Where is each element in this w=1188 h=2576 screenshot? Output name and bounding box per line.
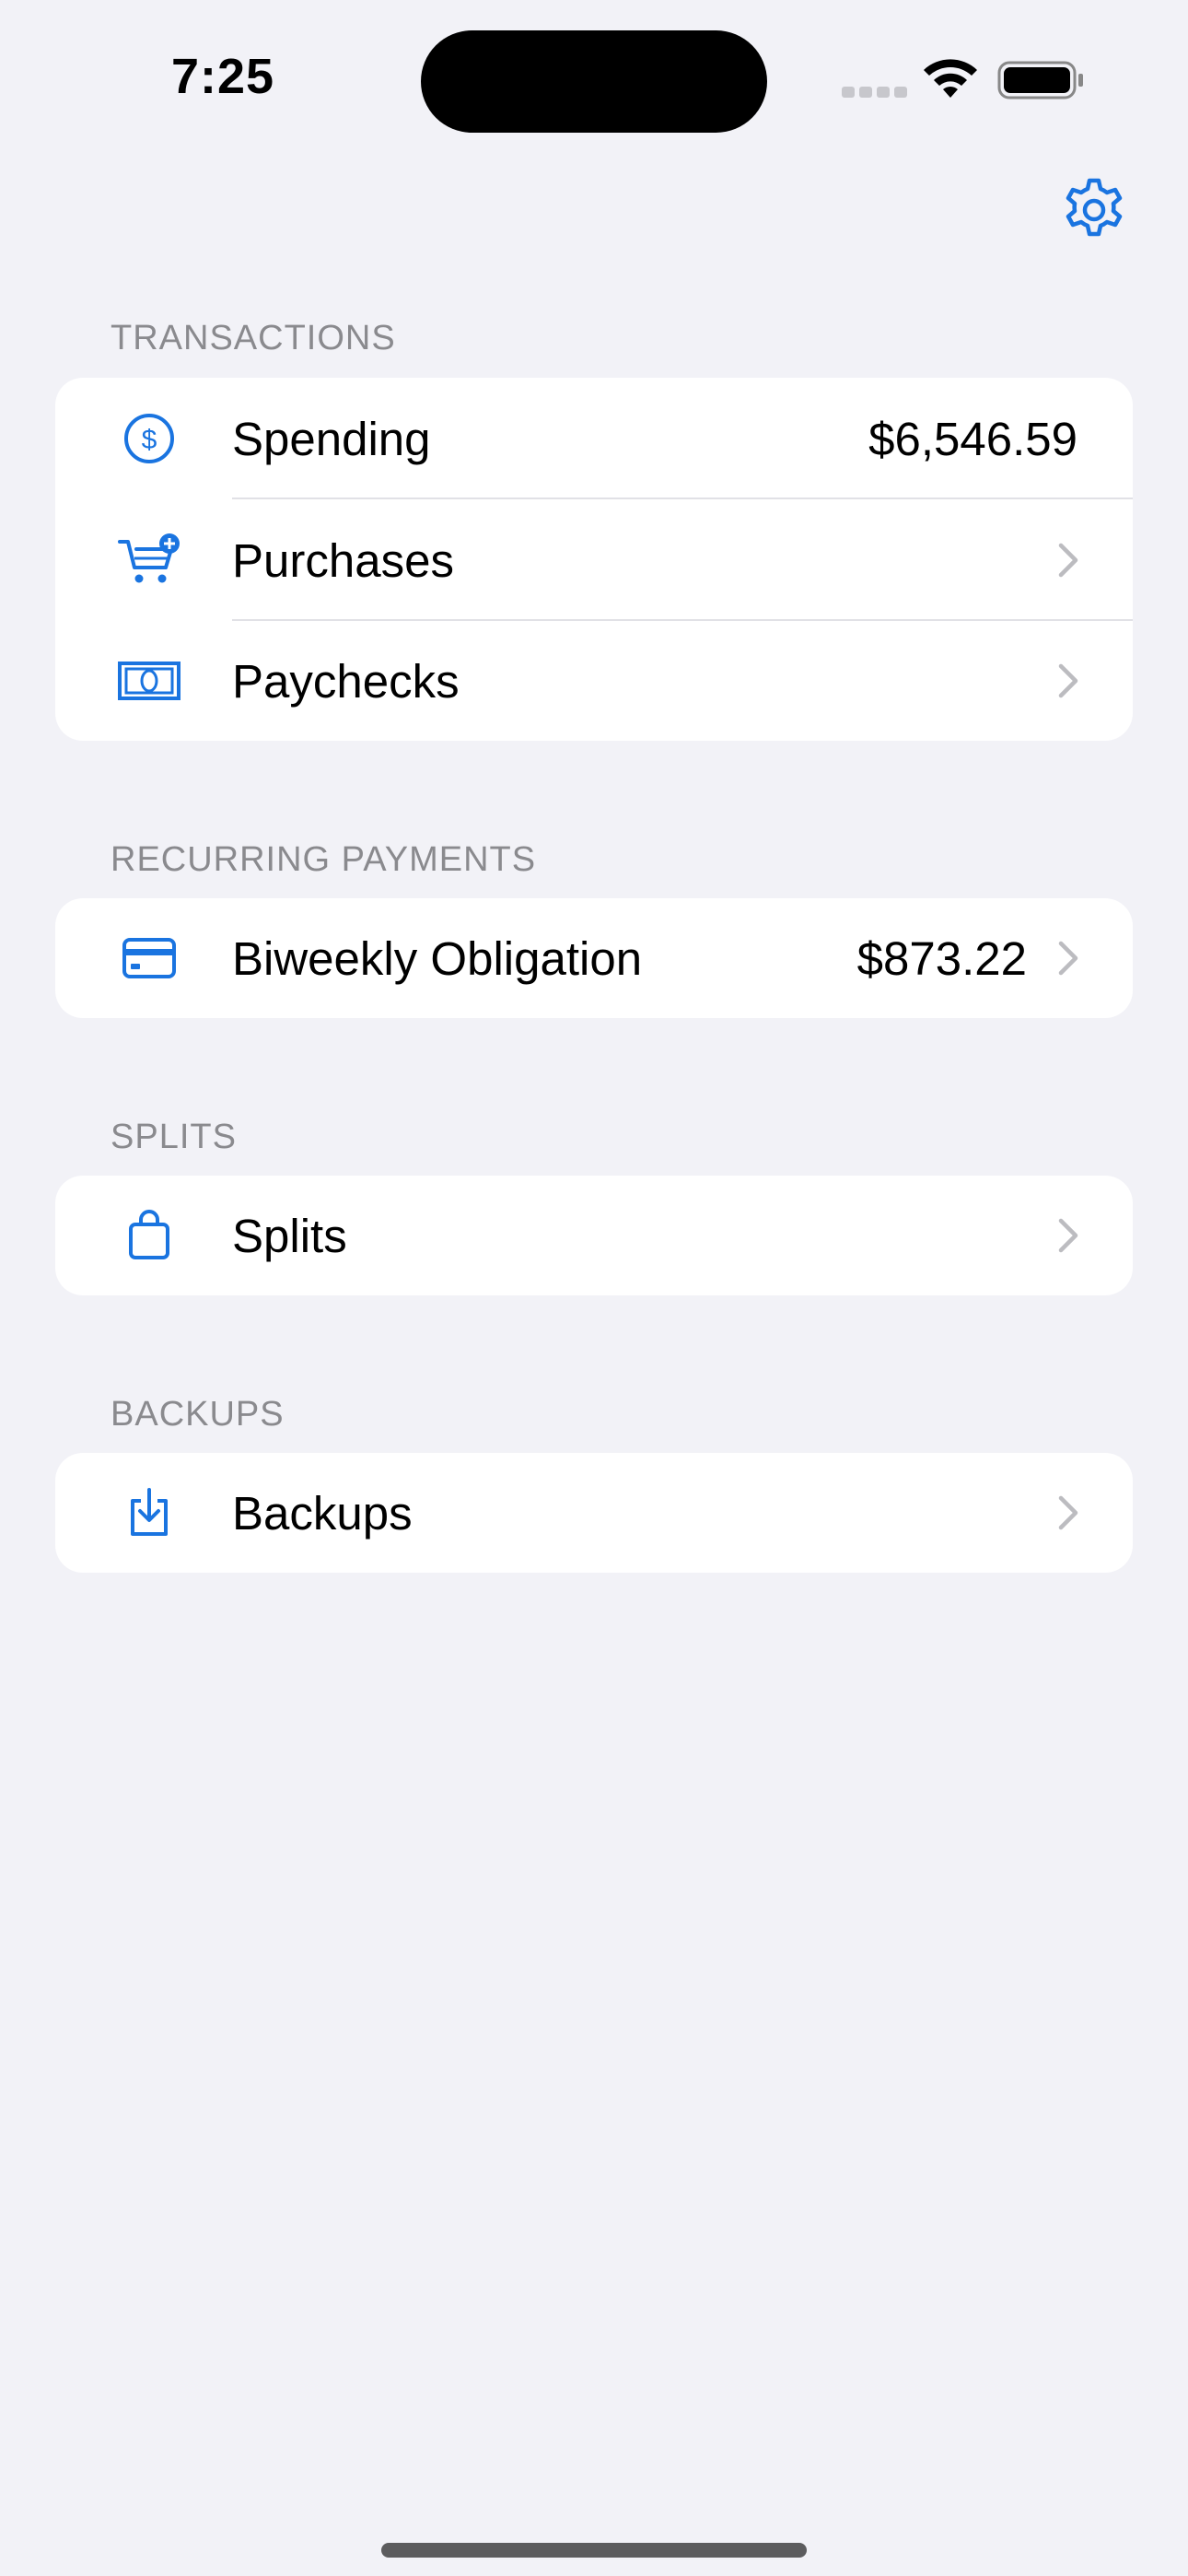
biweekly-value: $873.22: [856, 931, 1027, 985]
dynamic-island: [421, 30, 767, 133]
backups-card: Backups: [55, 1453, 1133, 1573]
screen: 7:25 TRANSACTIONS $ Spending $6,546.59 P…: [0, 0, 1188, 2576]
dollar-circle-icon: $: [112, 402, 186, 475]
splits-label: Splits: [232, 1209, 347, 1262]
chevron-right-icon: [1058, 1495, 1078, 1530]
gear-icon[interactable]: [1061, 177, 1127, 243]
home-indicator[interactable]: [381, 2543, 807, 2558]
paychecks-row[interactable]: Paychecks: [55, 621, 1133, 741]
splits-card: Splits: [55, 1176, 1133, 1295]
section-header-recurring: RECURRING PAYMENTS: [111, 840, 537, 879]
section-header-backups: BACKUPS: [111, 1395, 285, 1434]
spending-row[interactable]: $ Spending $6,546.59: [55, 378, 1133, 499]
section-header-transactions: TRANSACTIONS: [111, 319, 396, 357]
backups-label: Backups: [232, 1486, 413, 1540]
svg-text:$: $: [142, 425, 157, 455]
credit-card-icon: [112, 921, 186, 995]
paychecks-label: Paychecks: [232, 654, 460, 708]
backups-row[interactable]: Backups: [55, 1453, 1133, 1573]
recurring-card: Biweekly Obligation $873.22: [55, 898, 1133, 1018]
cellular-signal-icon: [842, 87, 907, 98]
battery-icon: [997, 61, 1083, 100]
status-time: 7:25: [171, 49, 275, 104]
chevron-right-icon: [1058, 1218, 1078, 1253]
download-tray-icon: [112, 1476, 186, 1550]
purchases-label: Purchases: [232, 533, 454, 587]
chevron-right-icon: [1058, 941, 1078, 976]
banknote-icon: [112, 644, 186, 718]
spending-value: $6,546.59: [868, 412, 1077, 465]
cart-plus-icon: [112, 523, 186, 597]
purchases-row[interactable]: Purchases: [55, 499, 1133, 621]
spending-label: Spending: [232, 412, 431, 465]
bag-icon: [112, 1199, 186, 1272]
biweekly-label: Biweekly Obligation: [232, 931, 643, 985]
chevron-right-icon: [1058, 663, 1078, 698]
transactions-card: $ Spending $6,546.59 Purchases Paychecks: [55, 378, 1133, 741]
biweekly-obligation-row[interactable]: Biweekly Obligation $873.22: [55, 898, 1133, 1018]
wifi-icon: [924, 59, 977, 98]
splits-row[interactable]: Splits: [55, 1176, 1133, 1295]
section-header-splits: SPLITS: [111, 1118, 237, 1156]
chevron-right-icon: [1058, 543, 1078, 578]
